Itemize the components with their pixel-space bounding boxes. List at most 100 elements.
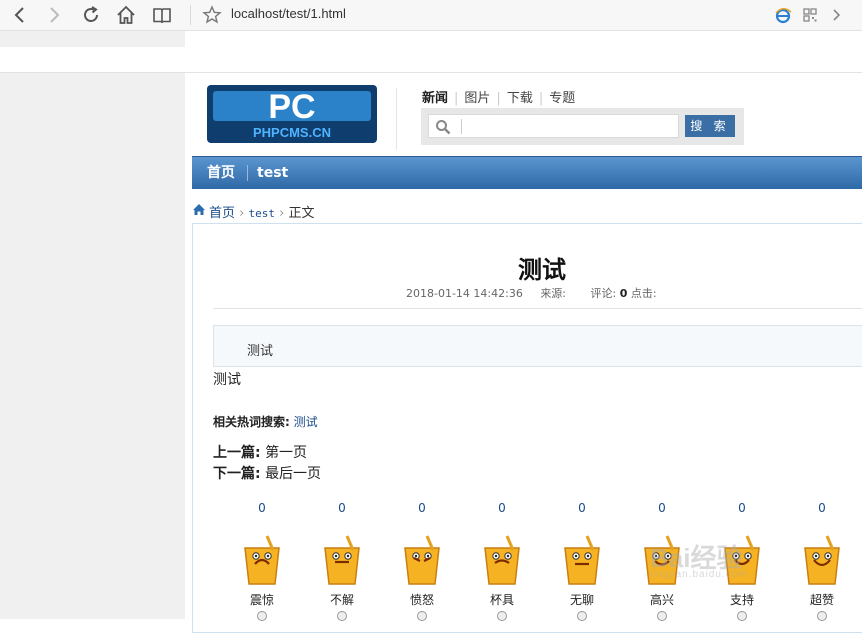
mood-label: 杯具 xyxy=(489,593,514,607)
category-downloads[interactable]: 下载 xyxy=(507,91,533,106)
mood-item[interactable]: 0 震惊 xyxy=(237,500,287,621)
main-nav: 首页 test xyxy=(192,156,862,189)
mood-radio[interactable] xyxy=(737,611,747,621)
next-article: 下一篇: 最后一页 xyxy=(213,463,321,483)
browser-toolbar: localhost/test/1.html xyxy=(0,0,862,31)
category-links: 新闻 | 图片 | 下载 | 专题 xyxy=(422,87,575,106)
mood-count: 0 xyxy=(738,501,746,515)
header-divider xyxy=(396,88,397,150)
mood-radio[interactable] xyxy=(257,611,267,621)
reader-icon[interactable] xyxy=(151,4,173,26)
mood-item[interactable]: 0 愤怒 xyxy=(397,500,447,621)
article-meta: 2018-01-14 14:42:36 来源: 评论: 0 点击: xyxy=(406,285,657,301)
related-keyword-link[interactable]: 测试 xyxy=(294,415,318,429)
comment-count[interactable]: 0 xyxy=(620,287,628,300)
emoji-face-icon xyxy=(804,535,840,585)
chevron-right-icon: › xyxy=(239,206,245,221)
category-separator: | xyxy=(538,91,544,106)
article-body: 测试 xyxy=(213,372,241,388)
breadcrumb: 首页 › test › 正文 xyxy=(192,202,315,221)
emoji-face-icon xyxy=(484,535,520,585)
toolbar-divider xyxy=(190,5,191,25)
mood-radio[interactable] xyxy=(657,611,667,621)
mood-count: 0 xyxy=(498,501,506,515)
mood-radio[interactable] xyxy=(337,611,347,621)
mood-label: 支持 xyxy=(729,593,754,607)
meta-divider xyxy=(213,308,862,309)
source-label: 来源: xyxy=(540,287,567,300)
breadcrumb-current: 正文 xyxy=(288,206,315,221)
mood-count: 0 xyxy=(418,501,426,515)
category-pictures[interactable]: 图片 xyxy=(464,91,490,106)
ie-compat-icon[interactable] xyxy=(772,4,794,26)
baidu-watermark: Bai经验 jingyan.baidu.com xyxy=(650,538,748,580)
site-logo[interactable]: PC PHPCMS.CN xyxy=(207,85,377,143)
article-summary: 测试 xyxy=(213,325,862,367)
next-label: 下一篇: xyxy=(213,466,261,482)
mood-label: 高兴 xyxy=(649,593,674,607)
search-button[interactable]: 搜 索 xyxy=(685,115,735,137)
back-icon[interactable] xyxy=(9,4,31,26)
breadcrumb-category[interactable]: test xyxy=(249,207,276,220)
mood-radio[interactable] xyxy=(577,611,587,621)
address-bar[interactable]: localhost/test/1.html xyxy=(231,6,346,21)
mood-label: 超赞 xyxy=(809,593,834,607)
mood-radio[interactable] xyxy=(417,611,427,621)
search-input[interactable] xyxy=(465,116,675,136)
forward-icon[interactable] xyxy=(43,4,65,26)
qr-code-icon[interactable] xyxy=(799,4,821,26)
category-news[interactable]: 新闻 xyxy=(422,91,448,106)
mood-label: 不解 xyxy=(329,593,354,607)
favorite-star-icon[interactable] xyxy=(201,4,223,26)
prev-title[interactable]: 第一页 xyxy=(265,445,307,461)
related-keywords-label: 相关热词搜索: xyxy=(213,415,290,429)
mood-radio[interactable] xyxy=(497,611,507,621)
emoji-face-icon xyxy=(564,535,600,585)
prev-label: 上一篇: xyxy=(213,445,261,461)
category-topics[interactable]: 专题 xyxy=(549,91,575,106)
chevron-right-icon: › xyxy=(279,206,285,221)
hits-label: 点击: xyxy=(630,287,657,300)
search-bar: 搜 索 xyxy=(421,108,744,145)
emoji-face-icon xyxy=(324,535,360,585)
mood-count: 0 xyxy=(258,501,266,515)
nav-item-test[interactable]: test xyxy=(257,157,288,189)
mood-item[interactable]: 0 不解 xyxy=(317,500,367,621)
mood-label: 无聊 xyxy=(569,593,594,607)
mood-count: 0 xyxy=(818,501,826,515)
sidebar-strip xyxy=(0,31,185,47)
search-field[interactable] xyxy=(428,114,679,138)
next-title[interactable]: 最后一页 xyxy=(265,466,321,482)
article-date: 2018-01-14 14:42:36 xyxy=(406,287,523,300)
mood-count: 0 xyxy=(578,501,586,515)
page-left-margin xyxy=(0,73,185,619)
category-separator: | xyxy=(454,91,459,106)
search-icon xyxy=(436,120,451,135)
home-icon[interactable] xyxy=(115,4,137,26)
summary-text: 测试 xyxy=(247,344,274,359)
home-icon xyxy=(193,204,205,215)
breadcrumb-home[interactable]: 首页 xyxy=(209,206,235,221)
mood-count: 0 xyxy=(338,501,346,515)
mood-item[interactable]: 0 无聊 xyxy=(557,500,607,621)
refresh-icon[interactable] xyxy=(80,4,102,26)
nav-item-home[interactable]: 首页 xyxy=(207,157,235,189)
svg-text:PC: PC xyxy=(268,88,315,126)
chevron-right-icon[interactable] xyxy=(825,4,847,26)
emoji-face-icon xyxy=(244,535,280,585)
article-title: 测试 xyxy=(518,256,566,284)
prev-article: 上一篇: 第一页 xyxy=(213,442,307,462)
watermark-sub: jingyan.baidu.com xyxy=(650,569,748,580)
category-separator: | xyxy=(496,91,501,106)
nav-separator xyxy=(247,165,248,181)
mood-radio[interactable] xyxy=(817,611,827,621)
related-keywords: 相关热词搜索: 测试 xyxy=(213,413,318,430)
mood-item[interactable]: 0 杯具 xyxy=(477,500,527,621)
logo-text: PHPCMS.CN xyxy=(253,125,331,140)
mood-item[interactable]: 0 超赞 xyxy=(797,500,847,621)
emoji-face-icon xyxy=(404,535,440,585)
mood-count: 0 xyxy=(658,501,666,515)
comment-label: 评论: xyxy=(590,287,617,300)
mood-label: 震惊 xyxy=(249,593,274,607)
mood-label: 愤怒 xyxy=(409,593,434,607)
